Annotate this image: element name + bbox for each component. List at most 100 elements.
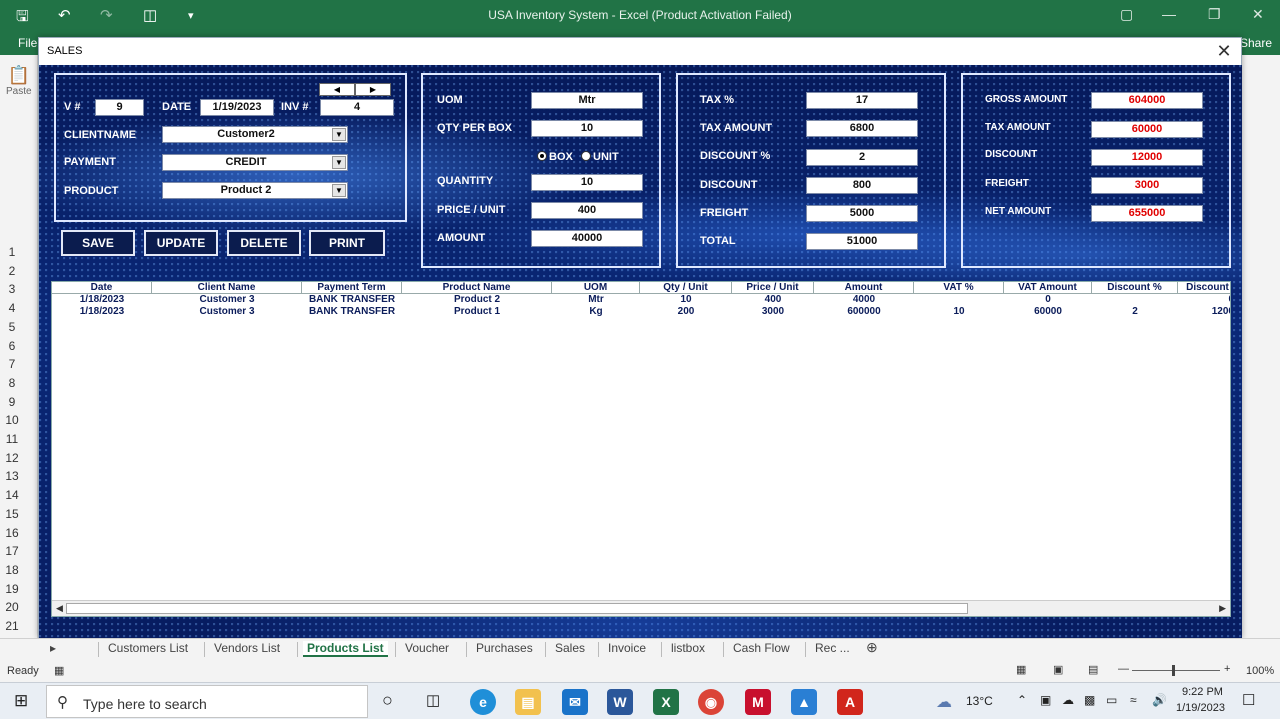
zoom-in-icon[interactable]: + xyxy=(1224,663,1230,675)
row-number[interactable]: 15 xyxy=(0,507,24,521)
tax-amount-field[interactable]: 6800 xyxy=(806,120,918,137)
row-number[interactable]: 10 xyxy=(0,413,24,427)
edge-icon[interactable]: e xyxy=(470,689,496,715)
v-number-field[interactable]: 9 xyxy=(95,99,144,116)
sheet-tab[interactable]: Invoice xyxy=(608,641,646,655)
sheet-tab[interactable]: Purchases xyxy=(476,641,533,655)
volume-icon[interactable]: 🔊 xyxy=(1152,693,1167,707)
acrobat-icon[interactable]: A xyxy=(837,689,863,715)
row-number[interactable]: 13 xyxy=(0,469,24,483)
paste-button[interactable]: 📋 Paste xyxy=(6,65,32,97)
chevron-up-icon[interactable]: ⌃ xyxy=(1017,693,1027,707)
sheet-tab[interactable]: Voucher xyxy=(405,641,449,655)
page-layout-icon[interactable]: ▣ xyxy=(1053,663,1063,676)
add-sheet-icon[interactable]: ⊕ xyxy=(866,639,878,656)
next-record-button[interactable]: ▶ xyxy=(355,83,391,96)
weather-icon[interactable]: ☁ xyxy=(936,692,952,712)
uom-field[interactable]: Mtr xyxy=(531,92,643,109)
sheet-tab[interactable]: Rec ... xyxy=(815,641,850,655)
freight-field[interactable]: 5000 xyxy=(806,205,918,222)
total-freight-field[interactable]: 3000 xyxy=(1091,177,1203,194)
ribbon-display-icon[interactable]: ▢ xyxy=(1120,6,1133,23)
minimize-icon[interactable]: — xyxy=(1162,6,1176,22)
normal-view-icon[interactable]: ▦ xyxy=(1016,663,1026,676)
row-number[interactable]: 16 xyxy=(0,526,24,540)
discount-percent-field[interactable]: 2 xyxy=(806,149,918,166)
file-tab[interactable]: File xyxy=(18,36,37,50)
photos-icon[interactable]: ▲ xyxy=(791,689,817,715)
chrome-icon[interactable]: ◉ xyxy=(698,689,724,715)
save-button[interactable]: SAVE xyxy=(61,230,135,256)
defender-icon[interactable]: ▩ xyxy=(1084,693,1095,707)
total-tax-amount-field[interactable]: 60000 xyxy=(1091,121,1203,138)
product-select[interactable]: Product 2 ▼ xyxy=(162,182,348,199)
row-number[interactable]: 17 xyxy=(0,544,24,558)
gross-amount-field[interactable]: 604000 xyxy=(1091,92,1203,109)
inv-number-field[interactable]: 4 xyxy=(320,99,394,116)
print-button[interactable]: PRINT xyxy=(309,230,385,256)
zoom-out-icon[interactable]: — xyxy=(1118,663,1129,675)
unit-radio[interactable]: UNIT xyxy=(581,151,619,163)
total-discount-field[interactable]: 12000 xyxy=(1091,149,1203,166)
row-number[interactable]: 21 xyxy=(0,619,24,633)
row-number[interactable]: 12 xyxy=(0,451,24,465)
sales-listbox[interactable]: Date Client Name Payment Term Product Name U… xyxy=(51,281,1231,617)
row-number[interactable]: 7 xyxy=(0,357,24,371)
total-field[interactable]: 51000 xyxy=(806,233,918,250)
row-number[interactable]: 19 xyxy=(0,582,24,596)
sheet-tab[interactable]: listbox xyxy=(671,641,705,655)
chevron-down-icon[interactable]: ▼ xyxy=(332,128,346,141)
taskbar-search[interactable]: ⚲ Type here to search xyxy=(46,685,368,718)
row-number[interactable]: 9 xyxy=(0,395,24,409)
share-button[interactable]: Share xyxy=(1240,36,1272,50)
row-number[interactable]: 2 xyxy=(0,264,24,278)
windows-start-icon[interactable]: ⊞ xyxy=(14,691,28,711)
tax-percent-field[interactable]: 17 xyxy=(806,92,918,109)
cortana-icon[interactable]: ○ xyxy=(382,690,393,711)
row-number[interactable]: 1 xyxy=(0,245,24,259)
mail-icon[interactable]: ✉ xyxy=(562,689,588,715)
row-number[interactable]: 3 xyxy=(0,282,24,296)
restore-icon[interactable]: ❐ xyxy=(1208,6,1221,23)
sheet-tab[interactable]: Vendors List xyxy=(214,641,280,655)
row-number[interactable]: 8 xyxy=(0,376,24,390)
scroll-right-icon[interactable]: ▶ xyxy=(1219,603,1226,614)
clock-time[interactable]: 9:22 PM xyxy=(1182,686,1223,698)
row-number[interactable]: 11 xyxy=(0,432,24,446)
chevron-down-icon[interactable]: ▼ xyxy=(332,156,346,169)
sheet-tab[interactable]: Cash Flow xyxy=(733,641,790,655)
horizontal-scrollbar[interactable]: ◀ ▶ xyxy=(52,600,1230,616)
macro-icon[interactable]: ▦ xyxy=(54,664,64,677)
page-break-icon[interactable]: ▤ xyxy=(1088,663,1098,676)
delete-button[interactable]: DELETE xyxy=(227,230,301,256)
excel-icon[interactable]: X xyxy=(653,689,679,715)
zoom-level[interactable]: 100% xyxy=(1246,665,1274,677)
close-icon[interactable]: ✕ xyxy=(1213,40,1235,62)
net-amount-field[interactable]: 655000 xyxy=(1091,205,1203,222)
row-number[interactable]: 4 xyxy=(0,301,24,315)
close-window-icon[interactable]: ✕ xyxy=(1252,6,1264,23)
quantity-field[interactable]: 10 xyxy=(531,174,643,191)
temperature[interactable]: 13°C xyxy=(966,694,993,708)
scroll-left-icon[interactable]: ◀ xyxy=(56,603,63,614)
price-per-unit-field[interactable]: 400 xyxy=(531,202,643,219)
row-number[interactable]: 20 xyxy=(0,600,24,614)
update-button[interactable]: UPDATE xyxy=(144,230,218,256)
box-radio[interactable]: BOX xyxy=(537,151,573,163)
zoom-slider-thumb[interactable] xyxy=(1172,665,1175,676)
qty-per-box-field[interactable]: 10 xyxy=(531,120,643,137)
zoom-slider[interactable] xyxy=(1132,670,1220,671)
mcafee-icon[interactable]: M xyxy=(745,689,771,715)
task-view-icon[interactable]: ◫ xyxy=(426,691,440,709)
onedrive-icon[interactable]: ☁ xyxy=(1062,693,1074,707)
client-name-select[interactable]: Customer2 ▼ xyxy=(162,126,348,143)
row-number[interactable]: 6 xyxy=(0,339,24,353)
sheet-nav-icon[interactable]: ▸ xyxy=(50,641,56,655)
file-explorer-icon[interactable]: ▤ xyxy=(515,689,541,715)
date-field[interactable]: 1/19/2023 xyxy=(200,99,274,116)
scrollbar-thumb[interactable] xyxy=(66,603,968,614)
row-number[interactable]: 5 xyxy=(0,320,24,334)
chevron-down-icon[interactable]: ▼ xyxy=(332,184,346,197)
payment-select[interactable]: CREDIT ▼ xyxy=(162,154,348,171)
row-number[interactable]: 14 xyxy=(0,488,24,502)
